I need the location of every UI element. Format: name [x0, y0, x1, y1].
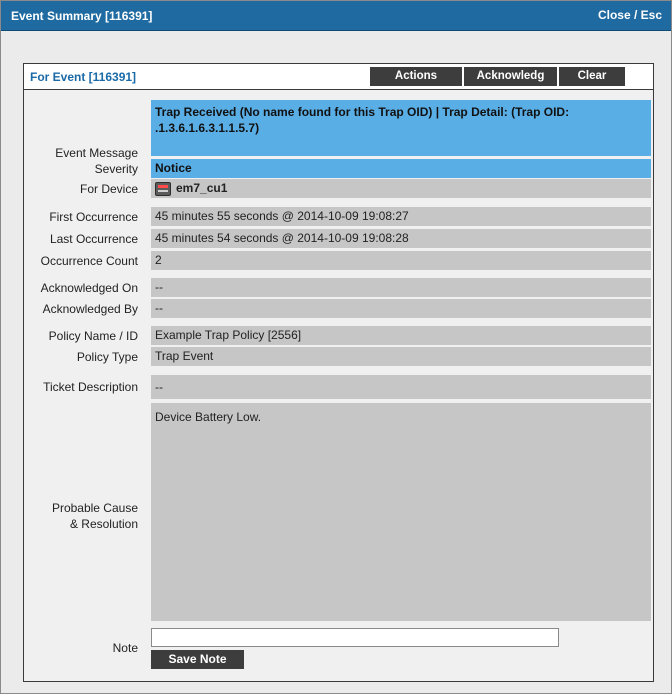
- probable-cause-value: Device Battery Low.: [151, 403, 651, 621]
- last-occurrence-value: 45 minutes 54 seconds @ 2014-10-09 19:08…: [151, 229, 651, 248]
- for-device-label: For Device: [79, 182, 138, 196]
- event-panel: For Event [116391] Actions Acknowledg Cl…: [23, 63, 654, 682]
- window-titlebar: Event Summary [116391] Close / Esc: [1, 1, 671, 31]
- actions-button[interactable]: Actions: [370, 67, 462, 86]
- note-input[interactable]: [151, 628, 559, 647]
- acknowledged-by-label: Acknowledged By: [42, 302, 138, 316]
- ticket-description-label: Ticket Description: [43, 380, 138, 394]
- panel-header: For Event [116391] Actions Acknowledg Cl…: [24, 64, 653, 90]
- event-message-line-2: .1.3.6.1.6.3.1.1.5.7): [155, 121, 260, 135]
- note-label: Note: [112, 641, 138, 655]
- severity-value: Notice: [151, 159, 651, 178]
- last-occurrence-label: Last Occurrence: [49, 232, 138, 246]
- window-title: Event Summary [116391]: [11, 9, 153, 23]
- occurrence-count-value: 2: [151, 251, 651, 270]
- acknowledged-on-value: --: [151, 278, 651, 297]
- save-note-button[interactable]: Save Note: [151, 650, 244, 669]
- acknowledged-by-value: --: [151, 299, 651, 318]
- acknowledged-on-label: Acknowledged On: [40, 281, 138, 295]
- ticket-description-value: --: [151, 375, 651, 399]
- policy-type-value: Trap Event: [151, 347, 651, 366]
- event-message-label: Event Message: [55, 146, 138, 160]
- device-name-link[interactable]: em7_cu1: [176, 181, 227, 195]
- device-icon: [155, 181, 171, 196]
- first-occurrence-label: First Occurrence: [49, 210, 138, 224]
- panel-title: For Event [116391]: [30, 70, 137, 84]
- probable-cause-label-line-2: & Resolution: [69, 517, 138, 531]
- event-message-line-1: Trap Received (No name found for this Tr…: [155, 105, 570, 119]
- clear-button[interactable]: Clear: [559, 67, 625, 86]
- policy-name-value[interactable]: Example Trap Policy [2556]: [151, 326, 651, 345]
- probable-cause-label-line-1: Probable Cause: [51, 501, 138, 515]
- close-button[interactable]: Close / Esc: [598, 8, 662, 22]
- for-device-value[interactable]: em7_cu1: [151, 179, 651, 198]
- first-occurrence-value: 45 minutes 55 seconds @ 2014-10-09 19:08…: [151, 207, 651, 226]
- event-summary-window: Event Summary [116391] Close / Esc For E…: [0, 0, 672, 694]
- severity-label: Severity: [94, 162, 138, 176]
- probable-cause-label: Probable Cause & Resolution: [52, 500, 138, 532]
- occurrence-count-label: Occurrence Count: [40, 254, 138, 268]
- event-message-value: Trap Received (No name found for this Tr…: [151, 100, 651, 156]
- policy-type-label: Policy Type: [76, 350, 138, 364]
- policy-name-label: Policy Name / ID: [48, 329, 138, 343]
- acknowledge-button[interactable]: Acknowledg: [464, 67, 557, 86]
